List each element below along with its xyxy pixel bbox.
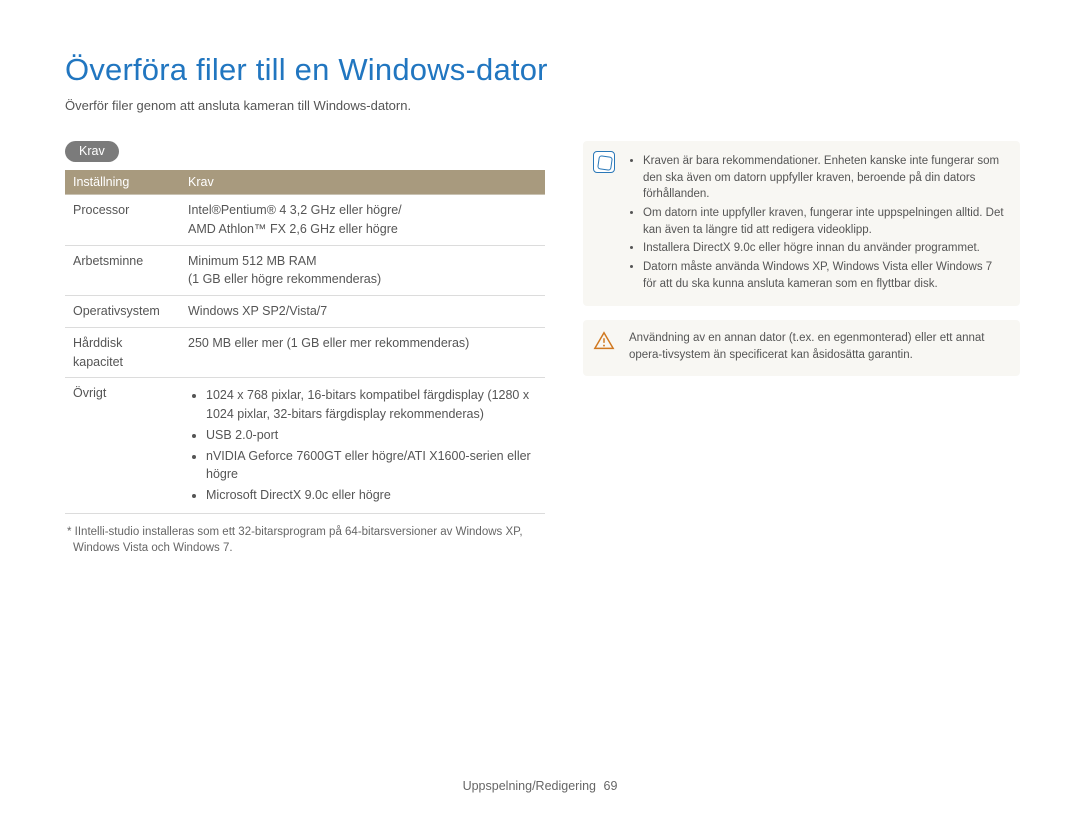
warning-note: Användning av en annan dator (t.ex. en e… xyxy=(583,320,1020,375)
table-header-row: Inställning Krav xyxy=(65,170,545,195)
list-item: nVIDIA Geforce 7600GT eller högre/ATI X1… xyxy=(206,447,537,485)
list-item: Om datorn inte uppfyller kraven, fungera… xyxy=(643,205,1006,238)
warning-text: Användning av en annan dator (t.ex. en e… xyxy=(629,332,984,361)
table-header-setting: Inställning xyxy=(65,170,180,195)
right-column: Kraven är bara rekommendationer. Enheten… xyxy=(583,141,1020,557)
bullet-list: 1024 x 768 pixlar, 16-bitars kompatibel … xyxy=(188,386,537,505)
list-item: 1024 x 768 pixlar, 16-bitars kompatibel … xyxy=(206,386,537,424)
section-badge: Krav xyxy=(65,141,119,162)
info-note: Kraven är bara rekommendationer. Enheten… xyxy=(583,141,1020,306)
page-title: Överföra filer till en Windows-dator xyxy=(65,52,1020,88)
text-line: kapacitet xyxy=(73,355,123,369)
document-page: Överföra filer till en Windows-dator Öve… xyxy=(0,0,1080,815)
list-item: Microsoft DirectX 9.0c eller högre xyxy=(206,486,537,505)
table-row: Hårddisk kapacitet 250 MB eller mer (1 G… xyxy=(65,327,545,378)
requirements-table: Inställning Krav Processor Intel®Pentium… xyxy=(65,170,545,514)
row-value: Windows XP SP2/Vista/7 xyxy=(180,296,545,328)
row-value: Minimum 512 MB RAM (1 GB eller högre rek… xyxy=(180,245,545,296)
table-row: Operativsystem Windows XP SP2/Vista/7 xyxy=(65,296,545,328)
left-column: Krav Inställning Krav Processor Intel®Pe… xyxy=(65,141,545,557)
text-line: AMD Athlon™ FX 2,6 GHz eller högre xyxy=(188,222,398,236)
table-row: Processor Intel®Pentium® 4 3,2 GHz eller… xyxy=(65,195,545,246)
text-line: Hårddisk xyxy=(73,336,122,350)
page-footer: Uppspelning/Redigering 69 xyxy=(0,779,1080,793)
two-column-layout: Krav Inställning Krav Processor Intel®Pe… xyxy=(65,141,1020,557)
row-label: Operativsystem xyxy=(65,296,180,328)
list-item: Kraven är bara rekommendationer. Enheten… xyxy=(643,153,1006,203)
note-icon xyxy=(593,151,615,173)
warning-icon xyxy=(593,330,615,352)
footer-section: Uppspelning/Redigering xyxy=(463,779,596,793)
list-item: Datorn måste använda Windows XP, Windows… xyxy=(643,259,1006,292)
page-subtitle: Överför filer genom att ansluta kameran … xyxy=(65,98,1020,113)
row-label: Arbetsminne xyxy=(65,245,180,296)
page-number: 69 xyxy=(604,779,618,793)
row-value: 1024 x 768 pixlar, 16-bitars kompatibel … xyxy=(180,378,545,514)
text-line: Intel®Pentium® 4 3,2 GHz eller högre/ xyxy=(188,203,402,217)
list-item: Installera DirectX 9.0c eller högre inna… xyxy=(643,240,1006,257)
row-label: Övrigt xyxy=(65,378,180,514)
table-header-requirement: Krav xyxy=(180,170,545,195)
footnote: * IIntelli-studio installeras som ett 32… xyxy=(65,524,545,557)
table-row: Övrigt 1024 x 768 pixlar, 16-bitars komp… xyxy=(65,378,545,514)
row-value: 250 MB eller mer (1 GB eller mer rekomme… xyxy=(180,327,545,378)
note-list: Kraven är bara rekommendationer. Enheten… xyxy=(629,153,1006,292)
text-line: Minimum 512 MB RAM xyxy=(188,254,317,268)
list-item: USB 2.0-port xyxy=(206,426,537,445)
row-value: Intel®Pentium® 4 3,2 GHz eller högre/ AM… xyxy=(180,195,545,246)
row-label: Processor xyxy=(65,195,180,246)
table-row: Arbetsminne Minimum 512 MB RAM (1 GB ell… xyxy=(65,245,545,296)
text-line: (1 GB eller högre rekommenderas) xyxy=(188,272,381,286)
row-label: Hårddisk kapacitet xyxy=(65,327,180,378)
